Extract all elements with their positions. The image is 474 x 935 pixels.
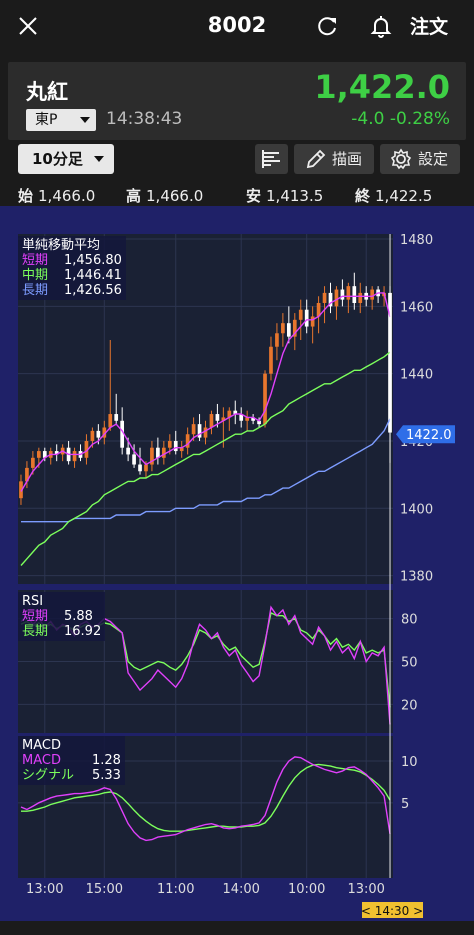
dropdown-triangle-icon	[80, 117, 90, 123]
draw-label: 描画	[332, 150, 363, 168]
time-tick-label: 13:00	[347, 882, 384, 897]
ohlc-close: 終 1,422.5	[355, 187, 433, 205]
pencil-icon	[306, 149, 326, 169]
top-bar: 8002 注文	[0, 0, 474, 54]
candle-body	[72, 451, 77, 462]
candle-body	[269, 346, 273, 374]
ohlc-high: 高 1,466.0	[126, 187, 204, 205]
candle-body	[340, 289, 345, 300]
time-tick-label: 15:00	[86, 882, 123, 897]
bell-icon[interactable]	[367, 12, 395, 40]
time-tick-label: 13:00	[26, 882, 63, 897]
ohlc-low: 安 1,413.5	[246, 187, 324, 205]
candle-body	[96, 430, 101, 438]
bottom-strip	[0, 921, 474, 935]
candle-body	[334, 289, 339, 307]
stock-chart[interactable]: 1480146014401420140013801422.08050201051…	[0, 206, 474, 921]
current-price-tag-label: 1422.0	[406, 428, 452, 443]
candle-body	[108, 414, 113, 428]
candle-body	[310, 316, 315, 327]
draw-button[interactable]: 描画	[294, 144, 374, 174]
candle-body	[132, 454, 136, 465]
price-tick-label: 1400	[400, 502, 433, 517]
candle-body	[209, 414, 214, 428]
settings-button[interactable]: 設定	[380, 144, 460, 174]
candle-body	[215, 414, 220, 421]
candle-body	[31, 457, 35, 468]
macd-tick-label: 5	[401, 797, 409, 812]
interval-select[interactable]: 10分足	[18, 144, 114, 174]
price-tick-label: 1480	[400, 233, 433, 248]
refresh-icon[interactable]	[313, 12, 341, 40]
rsi-tick-label: 80	[401, 613, 418, 628]
candle-body	[126, 447, 130, 455]
page-title: 8002	[207, 13, 267, 37]
current-time-tag-label: < 14:30 >	[361, 904, 423, 918]
stock-name: 丸紅	[26, 80, 68, 104]
current-price: 1,422.0	[314, 68, 450, 106]
price-tick-label: 1460	[400, 300, 433, 315]
price-tick-label: 1380	[400, 570, 433, 585]
candle-body	[144, 464, 148, 472]
ohlc-open: 始 1,466.0	[18, 187, 96, 205]
candle-body	[352, 286, 357, 303]
candle-body	[275, 333, 279, 347]
candle-body	[173, 440, 178, 452]
gear-icon	[390, 148, 412, 170]
interval-value: 10分足	[32, 150, 83, 168]
macd-tick-label: 10	[401, 755, 418, 770]
market-select[interactable]: 東P	[26, 109, 96, 131]
close-icon[interactable]	[14, 12, 42, 40]
candle-body	[322, 292, 327, 303]
rsi-tick-label: 50	[401, 656, 418, 671]
indicator-button[interactable]	[255, 144, 288, 174]
dropdown-triangle-icon	[94, 156, 104, 162]
market-value: 東P	[35, 112, 58, 128]
candle-body	[191, 424, 196, 435]
order-button[interactable]: 注文	[410, 12, 448, 39]
candle-body	[36, 451, 41, 458]
candle-body	[304, 309, 309, 327]
candle-body	[281, 323, 285, 334]
candle-body	[370, 289, 375, 300]
candle-body	[263, 373, 267, 425]
candle-body	[167, 440, 172, 448]
candle-body	[286, 323, 291, 337]
candle-body	[161, 447, 166, 458]
chart-pane-bg	[18, 736, 393, 878]
candle-body	[114, 414, 119, 421]
price-change: -4.0 -0.28%	[351, 109, 450, 129]
candle-body	[138, 464, 142, 472]
quote-time: 14:38:43	[106, 109, 183, 129]
quote-panel: 丸紅 東P 14:38:43 1,422.0 -4.0 -0.28%	[8, 62, 466, 140]
candle-body	[298, 309, 303, 320]
time-tick-label: 11:00	[157, 882, 194, 897]
price-tick-label: 1440	[400, 368, 433, 383]
rsi-tick-label: 20	[401, 698, 418, 713]
bar-list-icon	[262, 150, 280, 168]
chart-area[interactable]: 1480146014401420140013801422.08050201051…	[0, 206, 474, 921]
candle-body	[203, 427, 208, 438]
settings-label: 設定	[418, 150, 449, 168]
candle-body	[346, 286, 351, 300]
time-tick-label: 10:00	[288, 882, 325, 897]
time-tick-label: 14:00	[222, 882, 259, 897]
candle-body	[90, 430, 95, 441]
candle-body	[358, 292, 363, 303]
